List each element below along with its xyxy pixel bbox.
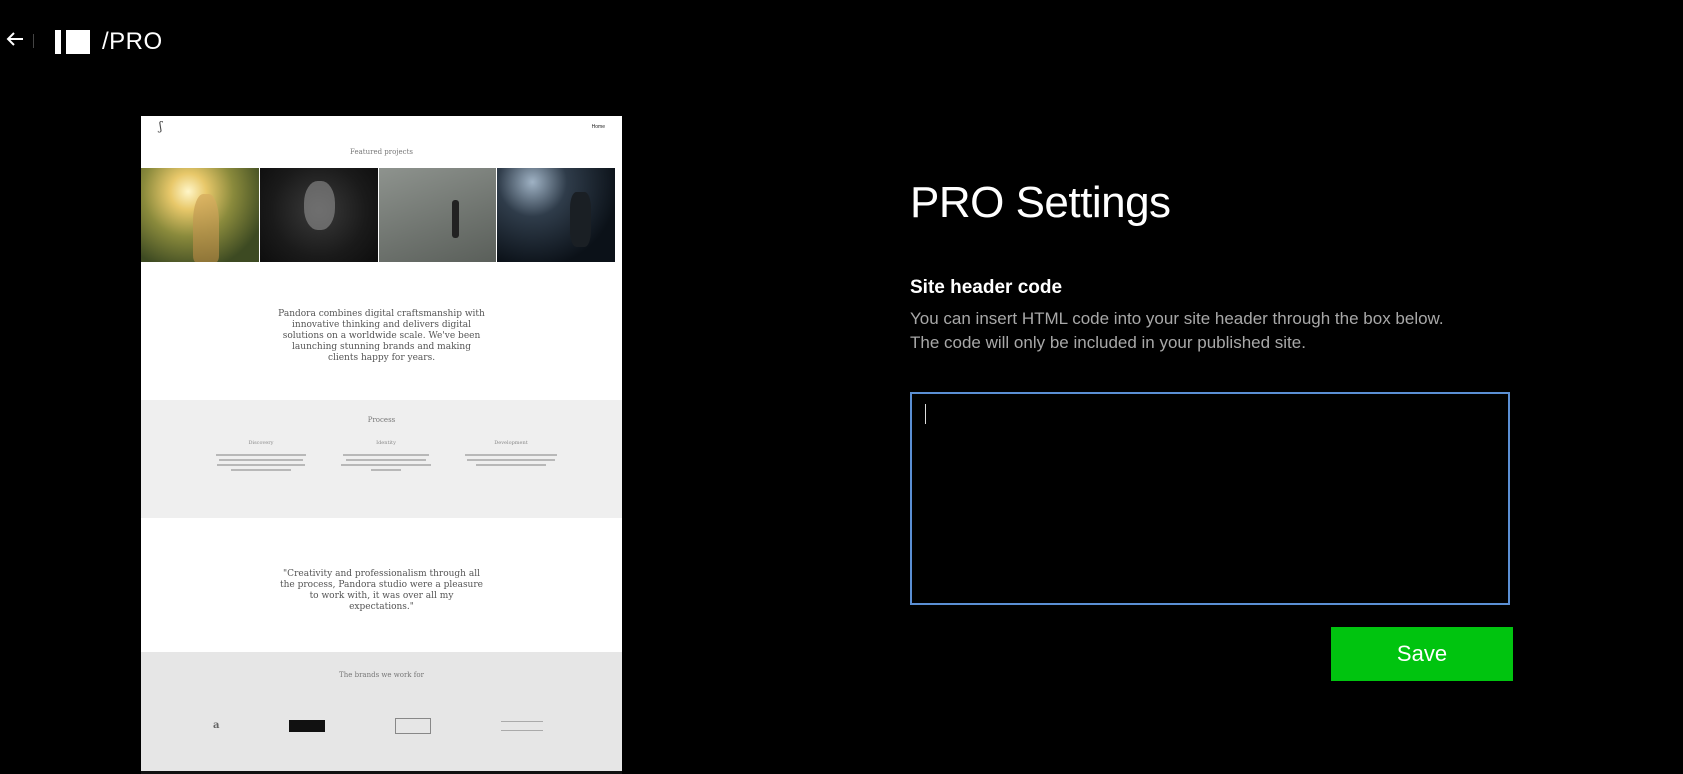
brand-logo-lifeguard (395, 718, 432, 734)
description-line: You can insert HTML code into your site … (910, 309, 1444, 328)
save-button[interactable]: Save (1331, 627, 1513, 681)
preview-intro: Pandora combines digital craftsmanship w… (141, 309, 622, 364)
section-description: You can insert HTML code into your site … (910, 307, 1550, 355)
divider (33, 34, 34, 48)
preview-photo (141, 168, 259, 262)
preview-process-title: Process (367, 416, 396, 424)
section-title: Site header code (910, 277, 1063, 298)
text-caret (925, 404, 926, 424)
preview-process-column: Discovery (211, 440, 311, 474)
brand-logo-avantgarde: a (213, 720, 220, 731)
brand-logo-stroke (500, 721, 543, 731)
preview-process-section: Process Discovery Identity Development (141, 400, 622, 518)
preview-quote-text: "Creativity and professionalism through … (279, 569, 483, 612)
preview-brands-section: The brands we work for a (141, 652, 622, 774)
preview-photo (378, 168, 497, 262)
description-line: The code will only be included in your p… (910, 333, 1306, 352)
preview-photo (259, 168, 378, 262)
preview-logo-icon: ʃ (159, 119, 163, 133)
preview-photo (497, 168, 615, 262)
pro-label: /PRO (102, 28, 163, 55)
back-arrow-icon[interactable] (4, 28, 26, 50)
site-preview: ʃ Home Featured projects Pandora combine… (141, 116, 622, 774)
header-code-input[interactable] (910, 392, 1510, 605)
preview-intro-text: Pandora combines digital craftsmanship w… (278, 309, 485, 363)
preview-photo-strip (141, 168, 615, 262)
preview-featured-title: Featured projects (350, 148, 413, 156)
preview-process-column: Development (461, 440, 561, 474)
page-title: PRO Settings (910, 178, 1171, 227)
brand-logo-icon[interactable] (55, 30, 91, 54)
preview-brands-title: The brands we work for (339, 671, 424, 679)
preview-process-column: Identity (336, 440, 436, 474)
brand-logo-mountain (289, 720, 326, 732)
preview-nav-home: Home (591, 124, 605, 130)
preview-testimonial: "Creativity and professionalism through … (141, 569, 622, 613)
